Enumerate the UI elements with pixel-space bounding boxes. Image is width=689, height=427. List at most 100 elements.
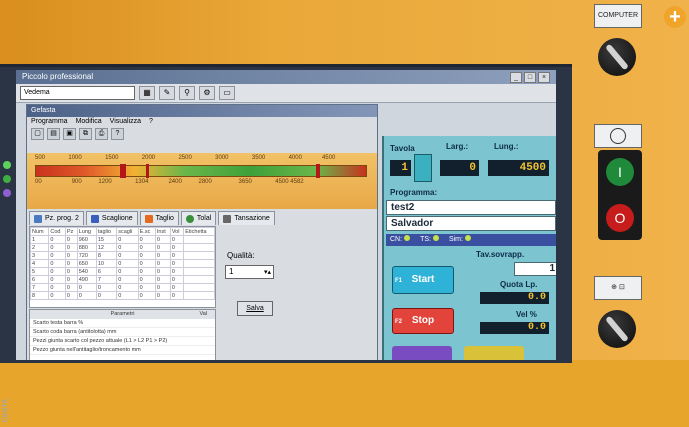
control-panel: Tavola Larg.: Lung.: 1 0 4500 Programma:… (382, 136, 556, 360)
table-row[interactable]: 6 0 0 490 7 0 0 0 0 (29, 275, 215, 284)
table-row[interactable]: 2 0 0 880 12 0 0 0 0 (29, 243, 215, 252)
outer-window-title: Piccolo professional (16, 70, 556, 84)
power-button-housing: I O (598, 150, 642, 240)
programma-label: Programma: (390, 188, 438, 197)
salva-button[interactable]: Salva (237, 301, 273, 316)
tab-bar: Pz. prog. 2 Scaglione Taglio Tolal Tansa… (27, 209, 379, 225)
settings-icon[interactable]: ⚙ (199, 86, 215, 100)
tav-sovrapp-label: Tav.sovrapp. (476, 250, 525, 259)
column-header: taglio (95, 227, 118, 236)
tab-taglio[interactable]: Taglio (139, 211, 179, 225)
table-row[interactable]: 700000000 (29, 283, 215, 292)
menu-modifica[interactable]: Modifica (76, 117, 102, 127)
save-icon[interactable]: ▣ (63, 128, 76, 140)
tab-pezzi-programma[interactable]: Pz. prog. 2 (29, 211, 84, 225)
cut-marker (316, 164, 320, 178)
gauge-scale-bottom: 00 900 1200 1304 2400 2800 3650 4500 458… (35, 179, 304, 185)
key-mode-plate: ⊕ ⊡ (594, 276, 642, 300)
parameters-table: Parametri Val Scarto testa barra % Scarto… (29, 309, 216, 360)
outer-window-controls: _ □ × (510, 72, 550, 83)
computer-selector-knob[interactable] (598, 38, 636, 76)
mode-selector-knob[interactable] (598, 310, 636, 348)
status-leds: CENTA (2, 155, 12, 427)
outer-toolbar: Vedema ▦ ✎ ⚲ ⚙ ▭ (16, 84, 556, 103)
tavola-label: Tavola (390, 144, 415, 153)
menu-programma[interactable]: Programma (31, 117, 68, 127)
column-header: Vol (169, 227, 185, 236)
lung-label: Lung.: (494, 142, 519, 151)
quality-label: Qualità: (227, 251, 255, 260)
chart-icon[interactable]: ⚲ (179, 86, 195, 100)
pieces-icon (34, 214, 42, 223)
vel-value: 0.0 (480, 322, 549, 334)
tavola-value: 1 (390, 160, 411, 176)
spinner-icon[interactable]: ▾▴ (264, 267, 271, 279)
status-dot-icon (404, 235, 411, 241)
help-icon[interactable]: ? (111, 128, 124, 140)
totals-icon (185, 214, 194, 223)
computer-label-plate: COMPUTER (594, 4, 642, 28)
table-toggle[interactable] (414, 154, 432, 182)
larg-label: Larg.: (446, 142, 469, 151)
tav-sovrapp-field[interactable]: 1 (514, 262, 556, 276)
lung-value: 4500 (488, 160, 549, 176)
side-brand-label: CENTA (2, 399, 9, 423)
cut-icon (144, 214, 153, 223)
led-purple-icon (3, 189, 11, 197)
cut-marker (146, 164, 149, 178)
table-row[interactable]: 800000000 (29, 291, 215, 300)
close-button[interactable]: × (538, 72, 550, 83)
table-row[interactable]: 1 0 0 960 15 0 0 0 0 (29, 235, 215, 244)
column-header: Cod (48, 227, 66, 236)
quality-select[interactable]: 1 ▾▴ (225, 265, 274, 279)
machine-selector[interactable]: Vedema (20, 86, 135, 100)
window-icon[interactable]: ▭ (219, 86, 235, 100)
column-header: Num (29, 227, 50, 236)
maximize-button[interactable]: □ (524, 72, 536, 83)
function-button-3[interactable] (392, 346, 452, 360)
parameter-row[interactable]: Scarto testa barra % (30, 319, 215, 328)
quota-value: 0.0 (480, 292, 549, 304)
stop-button[interactable]: F2 Stop (392, 308, 454, 334)
menu-help[interactable]: ? (149, 117, 153, 127)
layers-icon (90, 214, 99, 223)
programma-field[interactable]: test2 (386, 200, 556, 215)
led-green-icon (3, 161, 11, 169)
menu-visualizza[interactable]: Visualizza (110, 117, 141, 127)
power-off-button[interactable]: O (606, 204, 634, 232)
new-file-icon[interactable]: ▢ (31, 128, 44, 140)
column-header: Inst (154, 227, 171, 236)
grid-icon[interactable]: ▦ (139, 86, 155, 100)
print-icon[interactable]: ⎙ (95, 128, 108, 140)
table-row[interactable]: 5 0 0 540 6 0 0 0 0 (29, 267, 215, 276)
parameter-row[interactable]: Scarto coda barra (antitolotta) mm (30, 328, 215, 337)
larg-value: 0 (440, 160, 479, 176)
inner-window-title: Gefasta (27, 105, 377, 117)
tab-transazione[interactable]: Tansazione (218, 211, 275, 225)
table-row[interactable]: 3 0 0 720 8 0 0 0 0 (29, 251, 215, 260)
start-button[interactable]: F1 Start (392, 266, 454, 294)
tab-totali[interactable]: Tolal (180, 211, 217, 225)
sim-status: Sim: (449, 234, 471, 246)
power-on-button[interactable]: I (606, 158, 634, 186)
pieces-table: Num Cod Pz Lung taglio scagli E.sc Inst … (29, 226, 216, 308)
copy-icon[interactable]: ⧉ (79, 128, 92, 140)
gauge-scale-top: 500 1000 1500 2000 2500 3000 3500 4000 4… (35, 155, 336, 161)
column-header: Etichetta (183, 227, 215, 236)
function-button-4[interactable] (464, 346, 524, 360)
parameter-row[interactable]: Pezzi giunta scarto col pezzo attuale (L… (30, 337, 215, 346)
operator-field[interactable]: Salvador (386, 216, 556, 231)
table-header: Num Cod Pz Lung taglio scagli E.sc Inst … (29, 227, 215, 236)
column-header: E.sc (137, 227, 156, 236)
open-folder-icon[interactable]: ▤ (47, 128, 60, 140)
table-row[interactable]: 4 0 0 650 10 0 0 0 0 (29, 259, 215, 268)
inner-toolbar: ▢ ▤ ▣ ⧉ ⎙ ? (27, 127, 377, 141)
status-dot-icon (464, 235, 471, 241)
menu-bar: Programma Modifica Visualizza ? (27, 117, 377, 127)
plus-icon: + (664, 6, 686, 28)
minimize-button[interactable]: _ (510, 72, 522, 83)
parameter-row[interactable]: Pezzo giunta nell'antitaglio/troncamento… (30, 346, 215, 355)
screen: Piccolo professional _ □ × Vedema ▦ ✎ ⚲ … (16, 70, 556, 360)
tool-icon[interactable]: ✎ (159, 86, 175, 100)
tab-scaglione[interactable]: Scaglione (85, 211, 138, 225)
